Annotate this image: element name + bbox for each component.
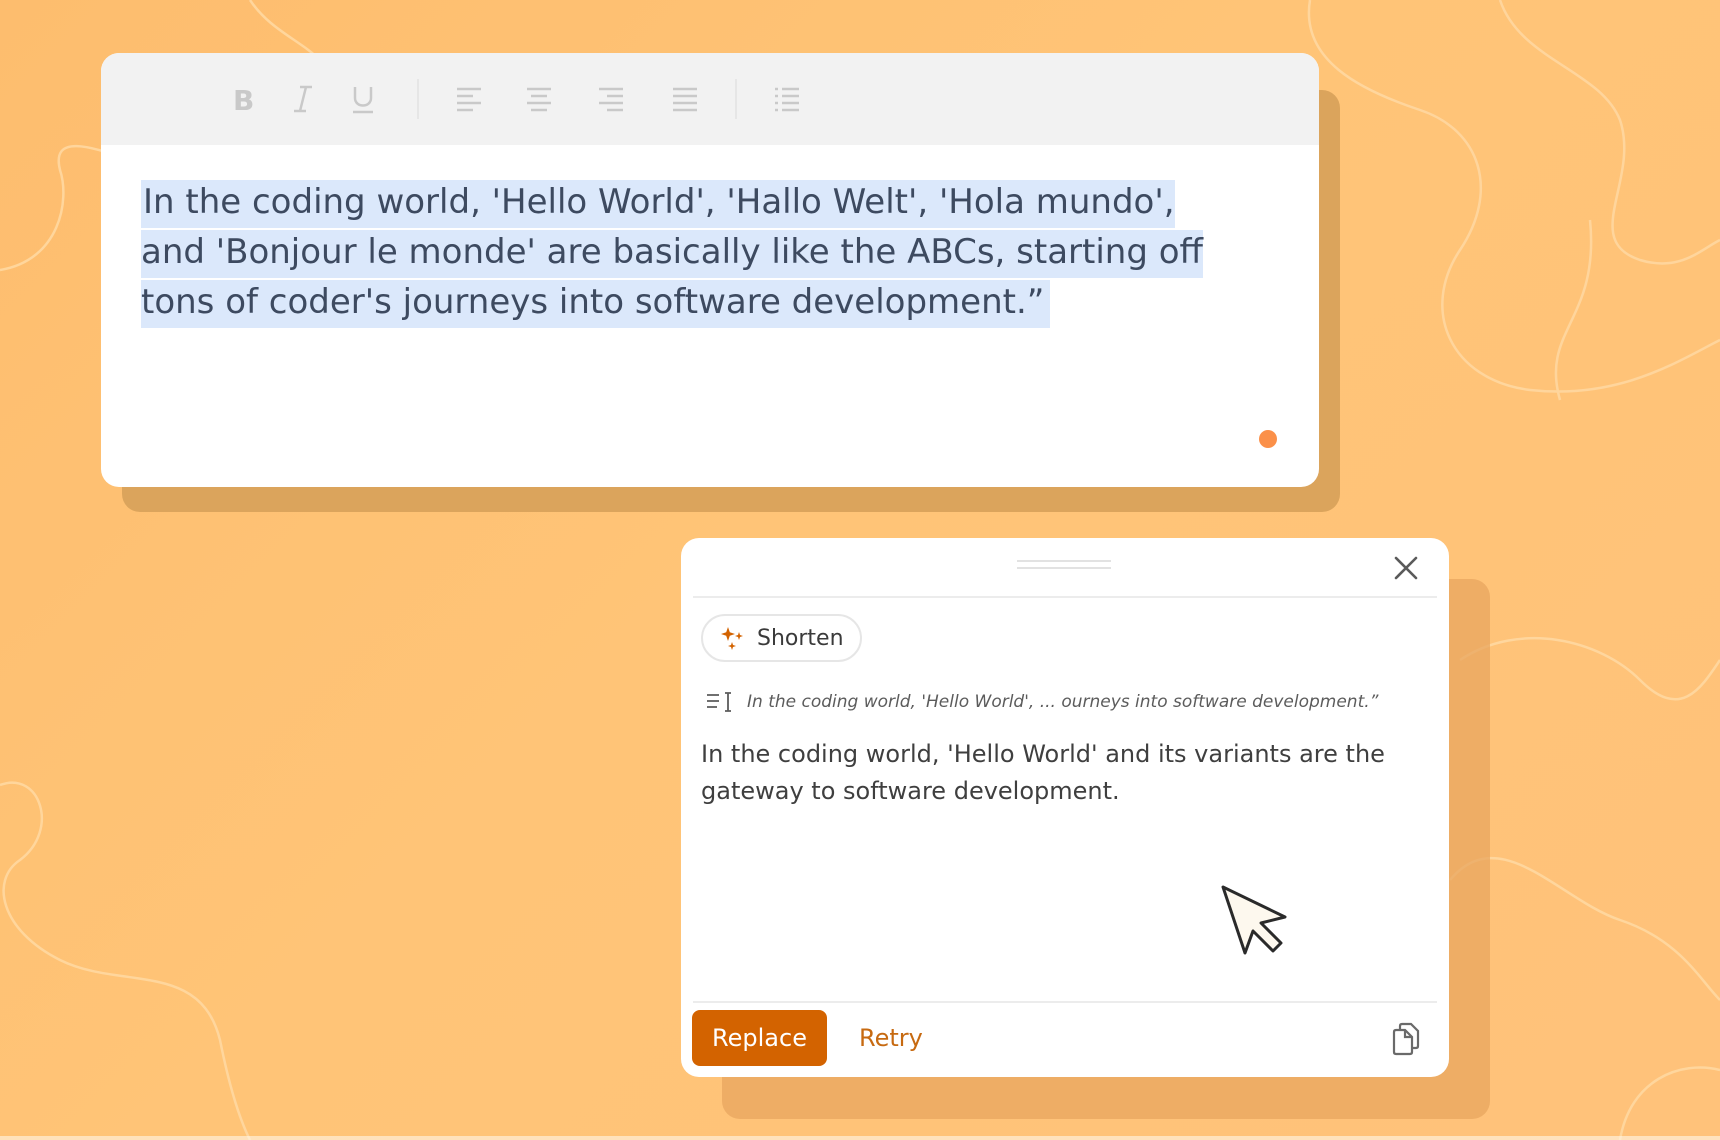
svg-text:B: B <box>233 84 254 114</box>
ai-rewrite-panel: Shorten In the coding world, 'Hello Worl… <box>681 538 1449 1077</box>
shortened-result: In the coding world, 'Hello World' and i… <box>701 740 1385 805</box>
toolbar-separator <box>417 79 419 119</box>
close-icon <box>1394 556 1418 580</box>
drag-handle[interactable] <box>1017 560 1111 562</box>
bottom-strip <box>0 1136 1720 1140</box>
formatting-toolbar: B <box>101 53 1319 145</box>
retry-button[interactable]: Retry <box>851 1010 931 1066</box>
text-selection-icon <box>707 692 731 712</box>
copy-button[interactable] <box>1387 1020 1425 1058</box>
toolbar-separator <box>735 79 737 119</box>
italic-icon[interactable] <box>283 79 323 119</box>
close-button[interactable] <box>1388 550 1424 586</box>
selected-text[interactable]: In the coding world, 'Hello World', 'Hal… <box>141 180 1203 328</box>
list-icon[interactable] <box>767 79 807 119</box>
status-dot <box>1259 430 1277 448</box>
drag-handle[interactable] <box>1017 567 1111 569</box>
editor-content[interactable]: In the coding world, 'Hello World', 'Hal… <box>141 177 1241 328</box>
copy-icon <box>1392 1022 1420 1056</box>
align-right-icon[interactable] <box>591 79 631 119</box>
panel-footer-divider <box>693 1001 1437 1003</box>
source-excerpt-row: In the coding world, 'Hello World', ... … <box>705 686 1425 718</box>
align-center-icon[interactable] <box>519 79 559 119</box>
underline-icon[interactable] <box>343 79 383 119</box>
panel-divider <box>693 596 1437 598</box>
mouse-pointer-icon <box>1221 885 1287 955</box>
align-justify-icon[interactable] <box>665 79 705 119</box>
chip-label: Shorten <box>757 625 844 651</box>
bold-icon[interactable]: B <box>223 79 263 119</box>
align-left-icon[interactable] <box>449 79 489 119</box>
source-excerpt: In the coding world, 'Hello World', ... … <box>747 692 1379 712</box>
shorten-chip[interactable]: Shorten <box>701 614 862 662</box>
text-editor: B In the coding world, 'Hello World', 'H… <box>101 53 1319 487</box>
sparkles-icon <box>721 627 743 650</box>
replace-button[interactable]: Replace <box>692 1010 827 1066</box>
